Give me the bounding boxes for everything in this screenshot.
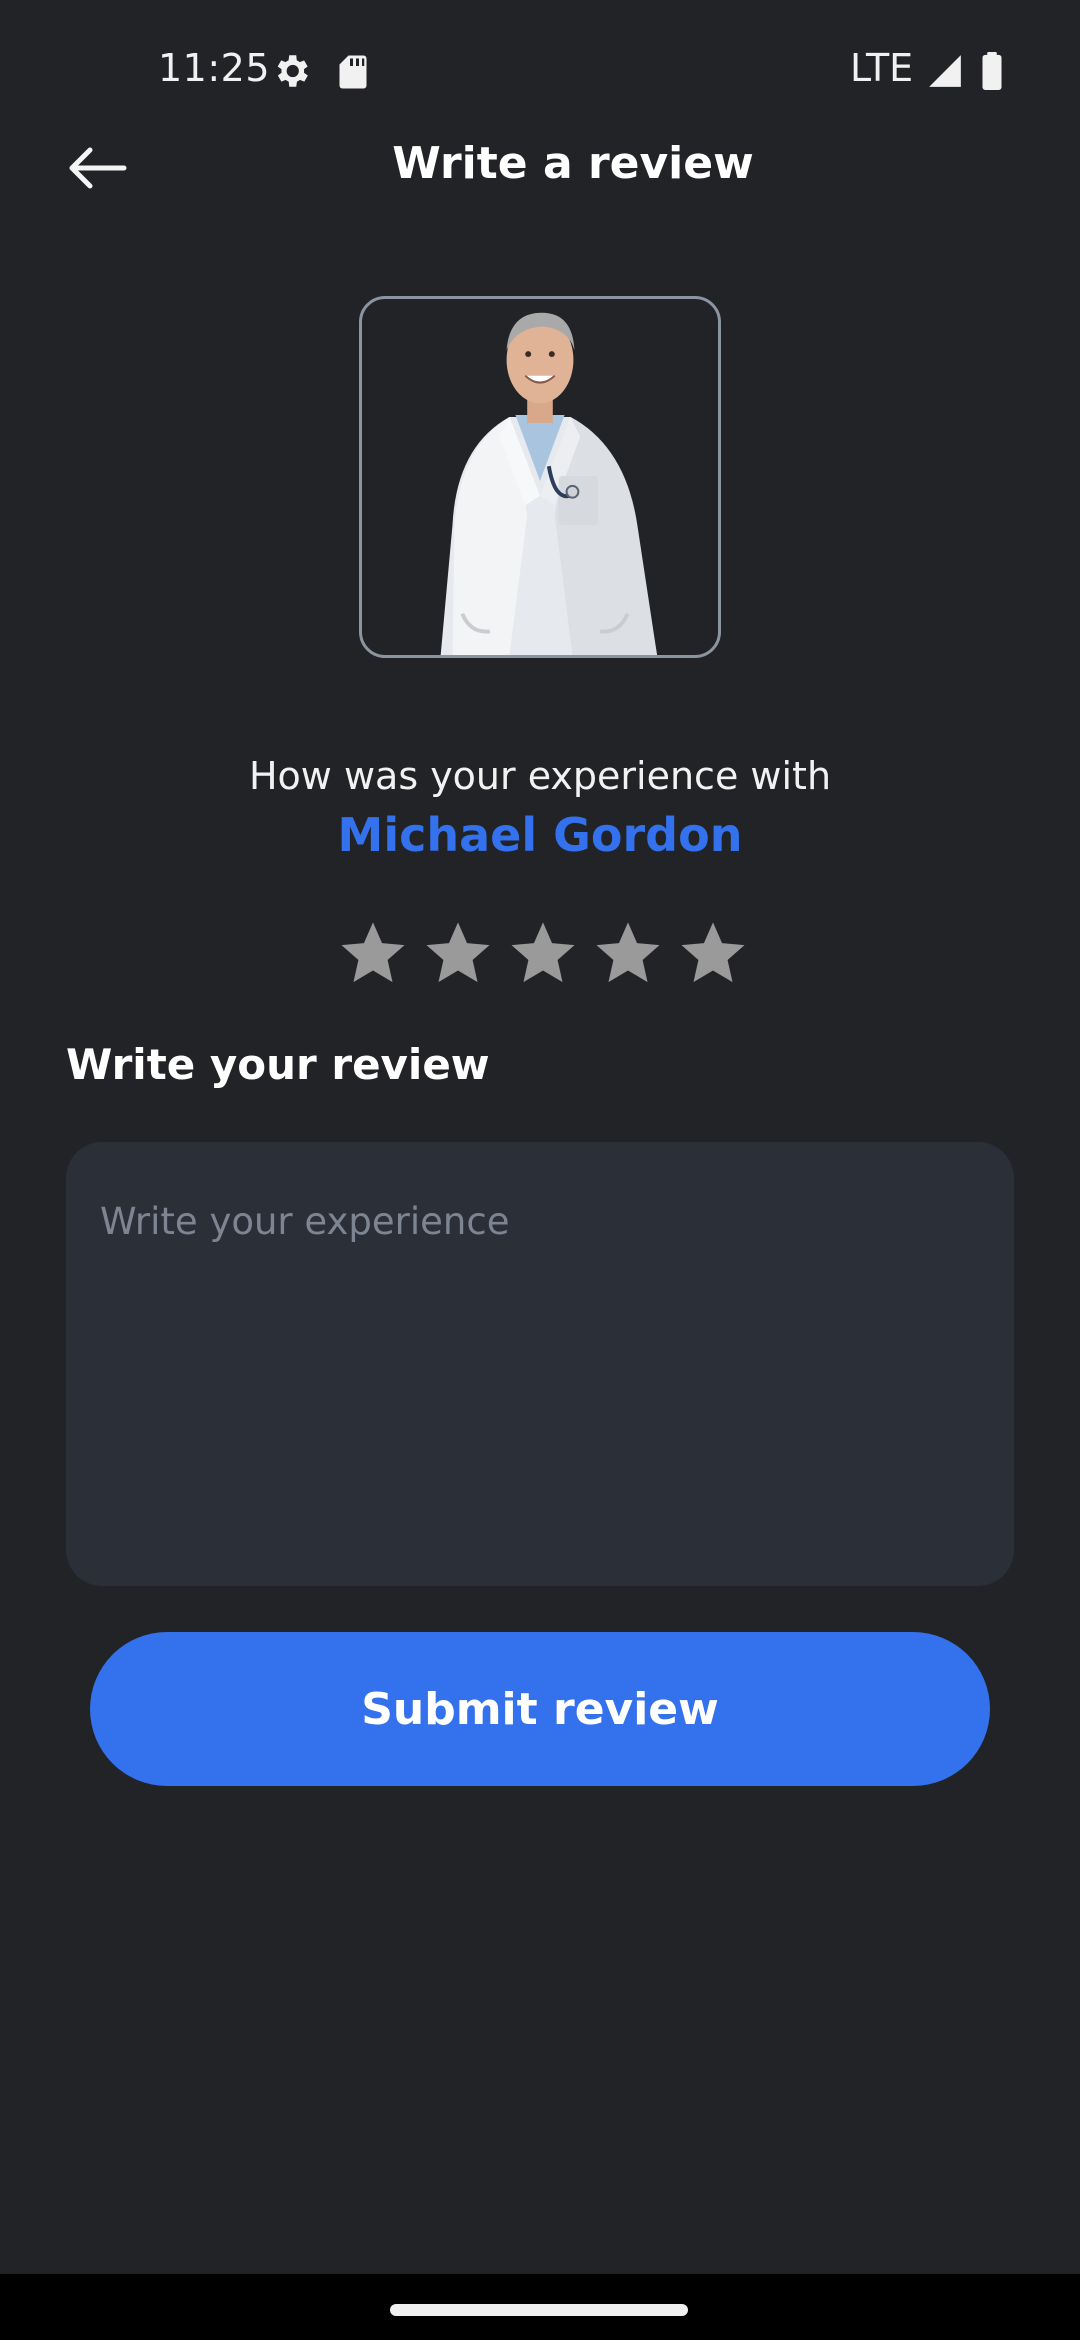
settings-gear-icon bbox=[270, 50, 312, 92]
page-title: Write a review bbox=[392, 138, 754, 189]
star-icon[interactable] bbox=[678, 918, 748, 988]
sd-card-icon bbox=[338, 54, 368, 90]
review-heading: Write your review bbox=[66, 1040, 490, 1089]
network-type: LTE bbox=[850, 46, 914, 90]
star-icon[interactable] bbox=[593, 918, 663, 988]
review-input[interactable] bbox=[66, 1142, 1014, 1586]
experience-question: How was your experience with bbox=[248, 754, 832, 798]
star-icon[interactable] bbox=[338, 918, 408, 988]
review-screen: 11:25 LTE Write a review How was your ex… bbox=[0, 0, 1080, 2340]
star-icon[interactable] bbox=[423, 918, 493, 988]
status-time: 11:25 bbox=[158, 46, 271, 90]
navigation-bar bbox=[0, 2274, 1080, 2340]
status-bar: 11:25 LTE bbox=[0, 0, 1080, 140]
star-rating bbox=[338, 918, 748, 988]
star-icon[interactable] bbox=[508, 918, 578, 988]
doctor-avatar bbox=[359, 296, 721, 658]
battery-icon bbox=[980, 52, 1004, 90]
submit-review-button[interactable]: Submit review bbox=[90, 1632, 990, 1786]
signal-icon bbox=[926, 52, 964, 90]
home-indicator[interactable] bbox=[390, 2304, 688, 2316]
doctor-photo bbox=[440, 312, 658, 655]
doctor-name: Michael Gordon bbox=[337, 808, 743, 862]
